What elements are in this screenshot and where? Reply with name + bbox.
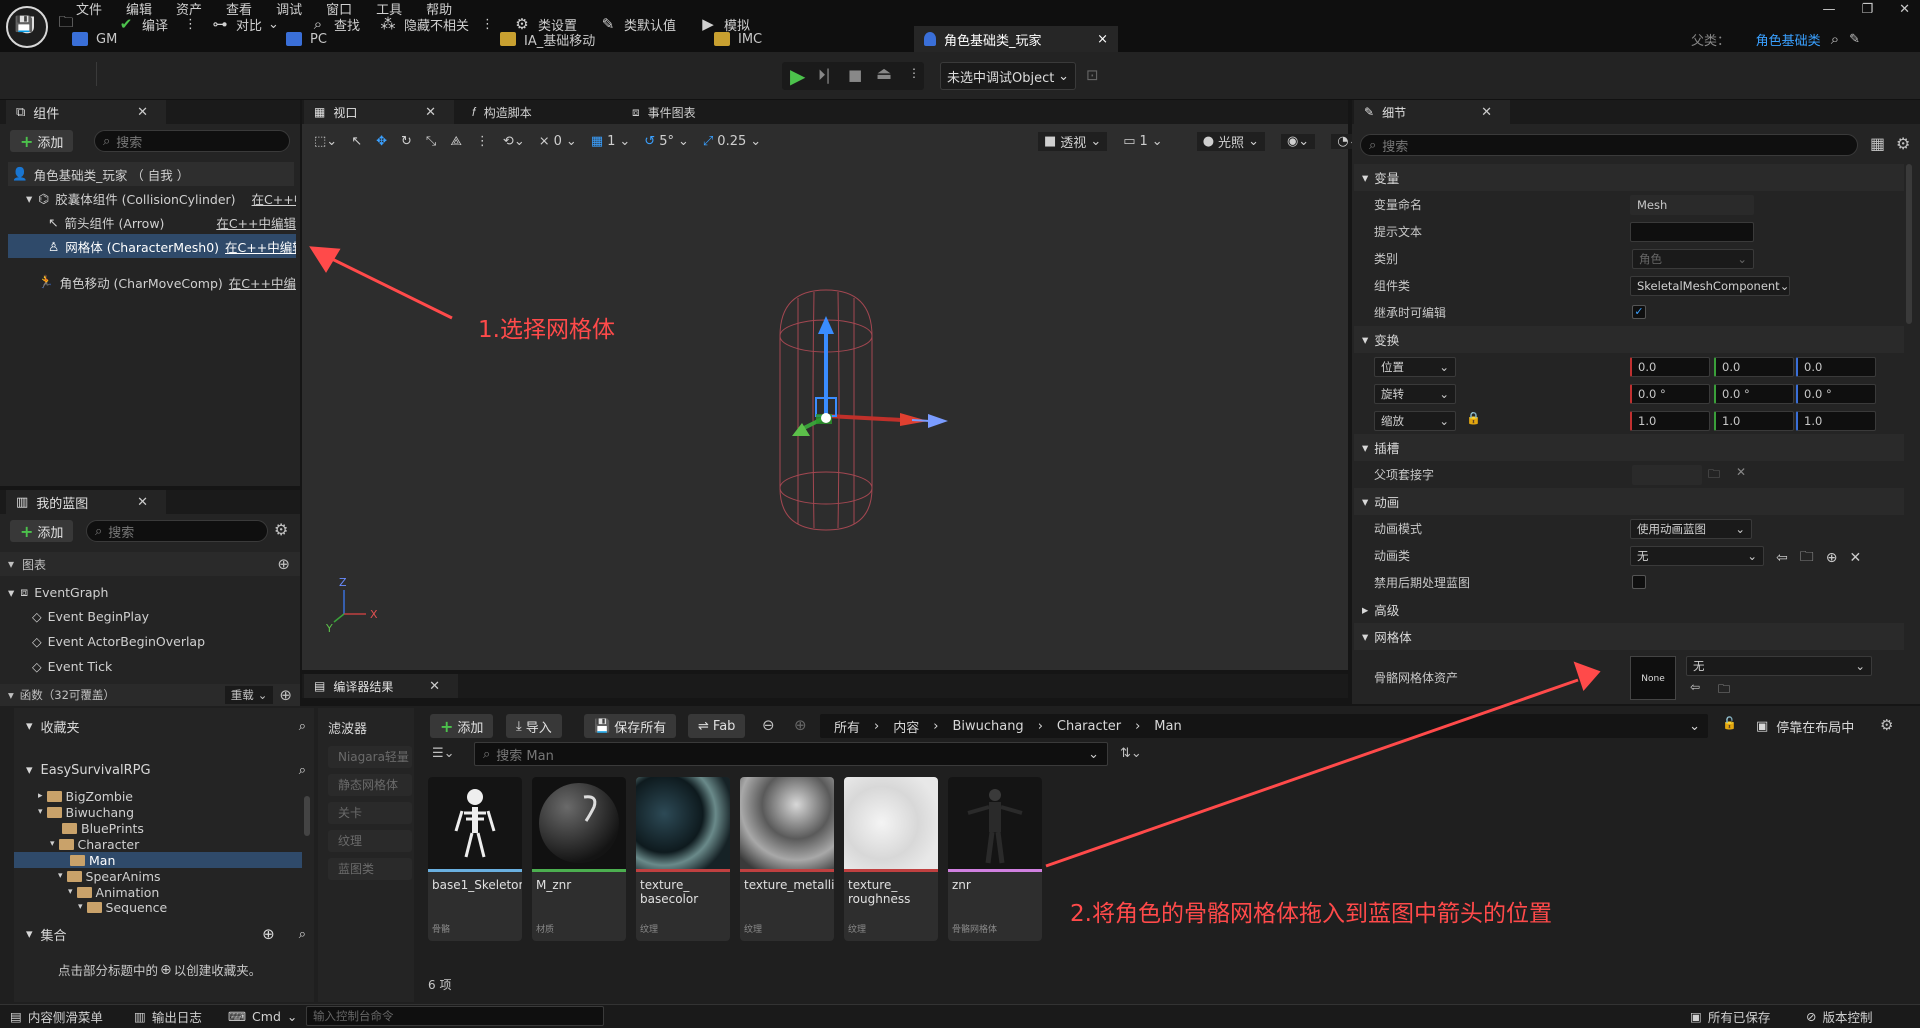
all-saved-indicator[interactable]: ▣ 所有已保存: [1690, 1004, 1770, 1028]
source-control-button[interactable]: ⊘ 版本控制: [1806, 1004, 1873, 1028]
console-placeholder: 输入控制台命令: [313, 1009, 394, 1023]
source-control-icon: ⊘: [1806, 1008, 1817, 1024]
console-input[interactable]: 输入控制台命令: [306, 1006, 604, 1026]
source-control-label: 版本控制: [1822, 1009, 1873, 1025]
output-log-label: 输出日志: [151, 1009, 202, 1025]
log-icon: ▥: [134, 1008, 146, 1024]
annotation-step1: 1.选择网格体: [478, 317, 615, 343]
save-status-icon: ▣: [1690, 1008, 1702, 1024]
annotation-step2: 2.将角色的骨骼网格体拖入到蓝图中箭头的位置: [1070, 901, 1552, 927]
drawer-icon: ▤: [10, 1008, 22, 1024]
cmd-label: Cmd: [252, 1008, 281, 1024]
chevron-down-icon: ⌄: [286, 1008, 298, 1024]
cmd-dropdown[interactable]: ⌨ Cmd ⌄: [228, 1004, 297, 1028]
annotation-arrows: [309, 246, 1601, 868]
drawer-label: 内容侧滑菜单: [27, 1009, 103, 1025]
saved-label: 所有已保存: [1707, 1009, 1771, 1025]
terminal-icon: ⌨: [228, 1008, 247, 1024]
content-drawer-button[interactable]: ▤ 内容侧滑菜单: [10, 1004, 103, 1028]
output-log-button[interactable]: ▥ 输出日志: [134, 1004, 202, 1028]
